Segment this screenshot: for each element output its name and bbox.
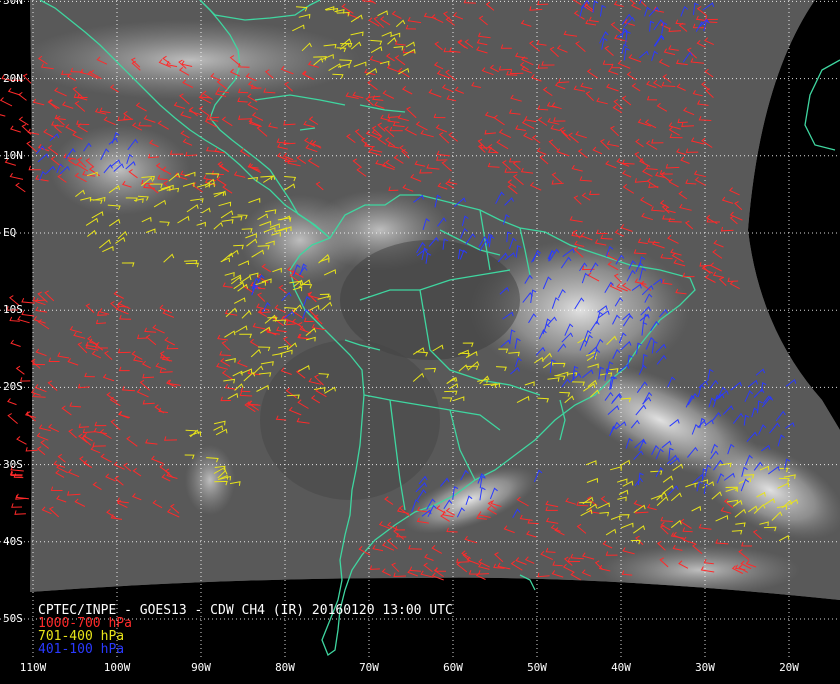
longitude-label: 20W [779,661,799,674]
wind-barb [11,503,23,508]
wind-barb [21,310,35,317]
longitude-label: 40W [611,661,631,674]
wind-barb [16,436,27,445]
wind-barb [9,125,21,133]
wind-barb [15,182,26,193]
latitude-label: 10N [3,148,23,162]
wind-barb [10,471,23,477]
latitude-label: 10S [3,303,23,317]
wind-barb [7,413,18,424]
caption: CPTEC/INPE - GOES13 - CDW CH4 (IR) 20160… [38,604,453,656]
wind-barb [7,398,17,406]
longitude-label: 100W [103,661,131,674]
longitude-label: 80W [275,661,295,674]
wind-barb [0,97,13,107]
wind-barb [18,91,27,101]
wind-barb [7,87,21,96]
wind-barb [15,365,25,375]
legend-high-level: 401-100 hPa [38,642,125,657]
wind-barb [17,315,30,324]
latitude-label: 30N [3,0,23,8]
wind-barb [9,172,24,180]
wind-barb [15,493,29,500]
latitude-label: 20N [3,71,23,85]
wind-barb [0,114,6,117]
longitude-label: 90W [191,661,211,674]
wind-barb [18,116,29,126]
longitude-label: 50W [527,661,547,674]
coastline [804,59,840,151]
longitude-label: 30W [695,661,715,674]
cloud-layer [30,0,840,600]
longitude-label: 60W [443,661,463,674]
wind-barb [14,510,26,515]
latitude-label: 50S [3,612,23,625]
satellite-map: 30N 20N 10N EQ 10S 20S 30S 40S 50S 110W 100W 90W 80… [0,0,840,680]
latitude-label: 30S [3,457,23,471]
latitude-label: 20S [3,380,23,394]
wind-barb [10,339,21,347]
longitude-label: 110W [19,661,47,674]
longitude-label: 70W [359,661,379,674]
latitude-label: 40S [3,534,23,548]
map-canvas [0,0,840,660]
latitude-label: EQ [3,226,17,239]
